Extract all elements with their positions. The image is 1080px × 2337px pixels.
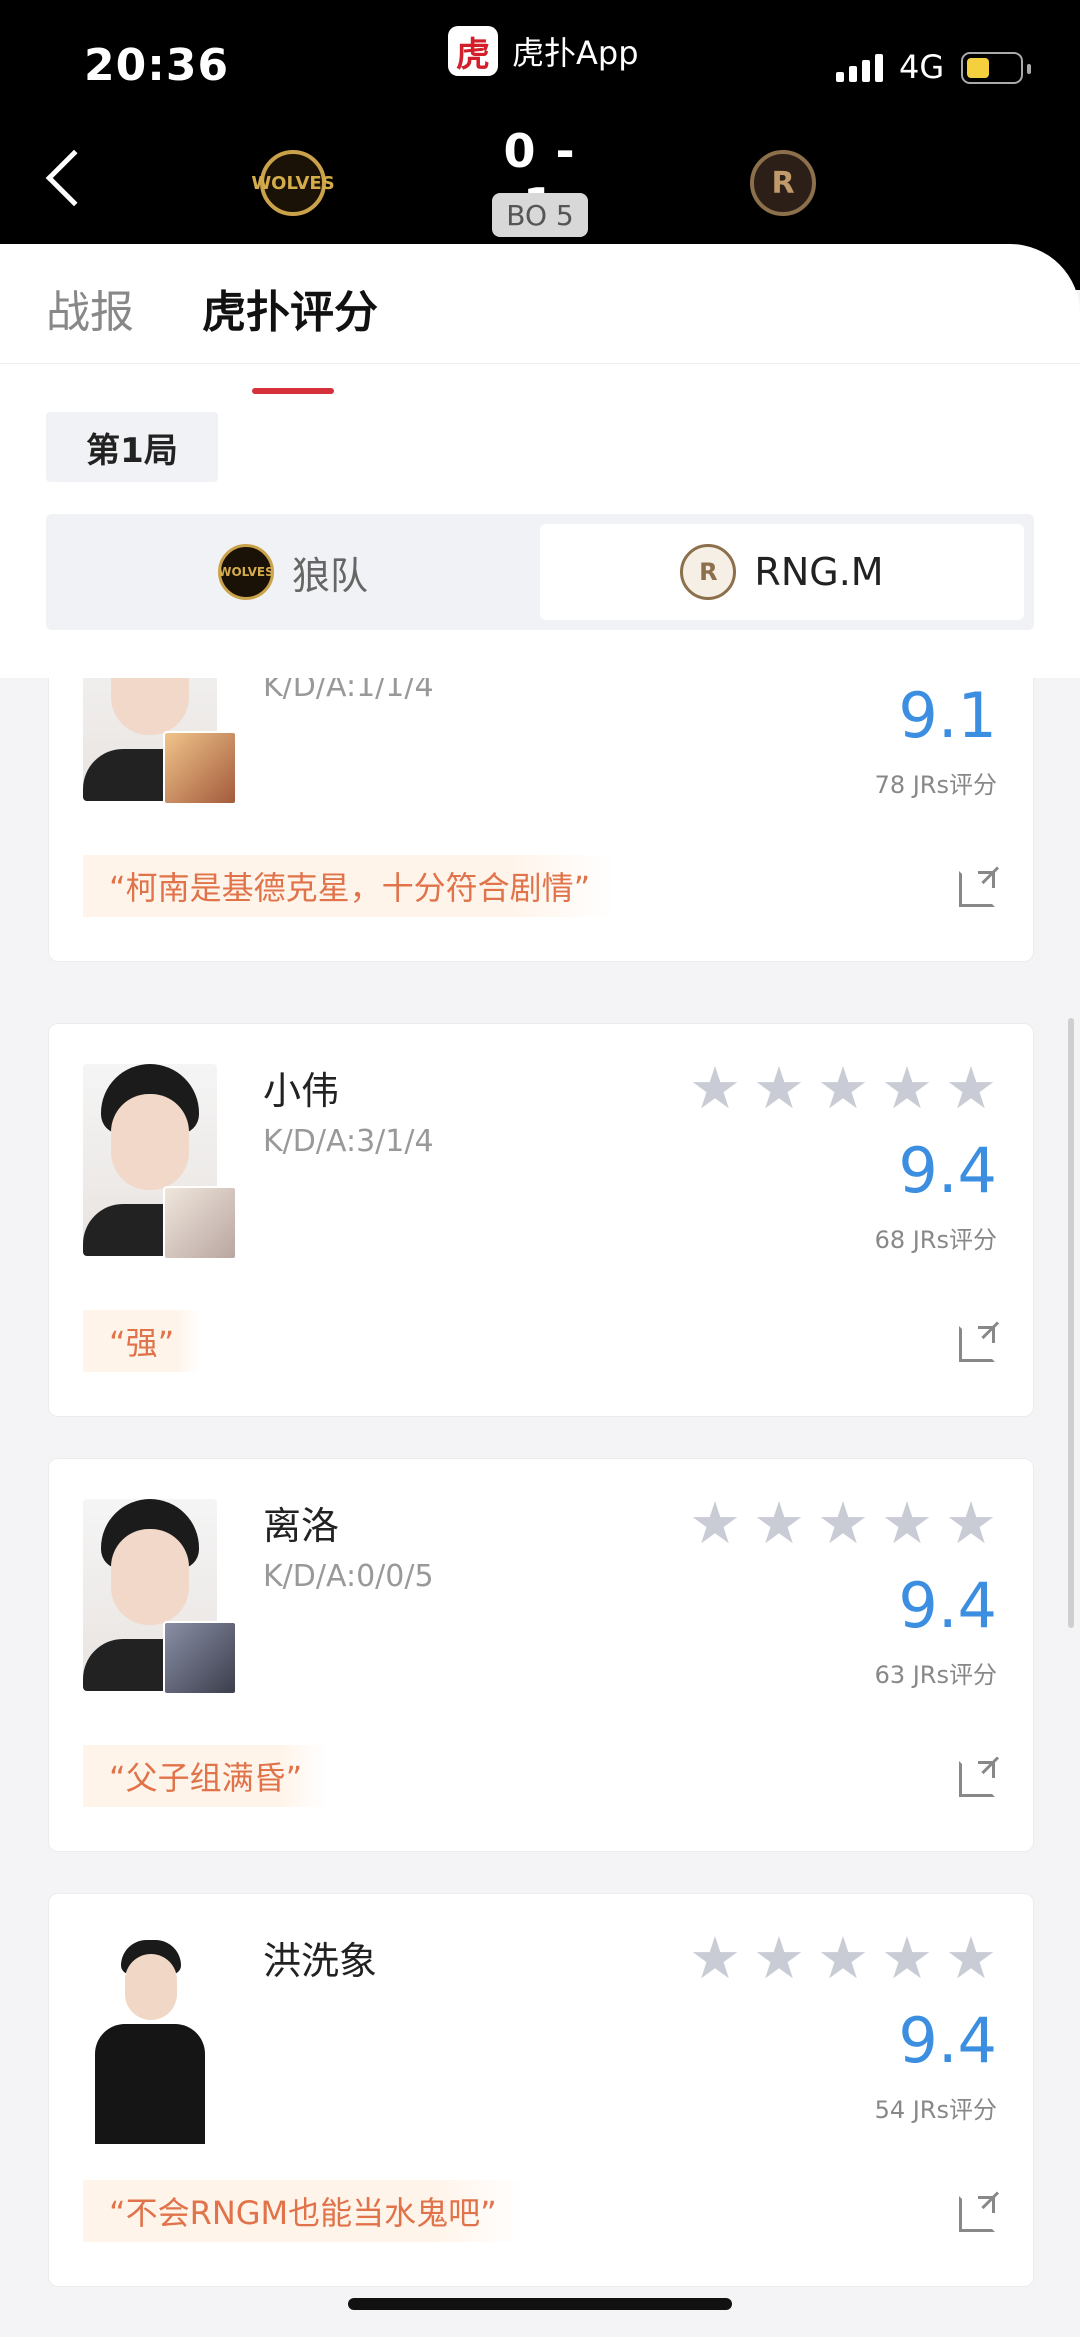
share-icon[interactable] [959, 2196, 995, 2232]
tab-bar: 战报 虎扑评分 [0, 276, 1080, 394]
player-name: 小伟 [263, 1069, 340, 1113]
share-icon[interactable] [959, 871, 995, 907]
network-type: 4G [899, 48, 945, 86]
player-card[interactable]: 离洛 K/D/A:0/0/5 ★ ★ ★ ★ ★ 9.4 63 JRs评分 “父子组满昏… [48, 1458, 1034, 1852]
star-icon[interactable]: ★ [689, 1929, 741, 1987]
hupu-logo-icon: 虎 [448, 26, 498, 76]
hero-avatar [163, 731, 237, 805]
status-bar: 20:36 虎 虎扑App 4G [0, 0, 1080, 130]
app-name: 虎扑App [512, 34, 639, 72]
rating-count: 54 JRs评分 [874, 2096, 997, 2124]
player-kda: K/D/A:0/0/5 [263, 1559, 434, 1594]
star-icon[interactable]: ★ [753, 1929, 805, 1987]
game-selector[interactable]: 第1局 [46, 412, 218, 482]
star-rating-input[interactable]: ★ ★ ★ ★ ★ [689, 1494, 997, 1552]
content-sheet: 战报 虎扑评分 第1局 WOLVES 狼队 R RNG.M [0, 244, 1080, 678]
star-icon[interactable]: ★ [817, 1929, 869, 1987]
star-rating-input[interactable]: ★ ★ ★ ★ ★ [689, 1059, 997, 1117]
wolves-logo-icon: WOLVES [217, 544, 274, 600]
player-kda: K/D/A:3/1/4 [263, 1124, 434, 1159]
star-icon[interactable]: ★ [881, 1059, 933, 1117]
back-arrow-icon[interactable] [45, 149, 103, 207]
coach-avatar [83, 1934, 217, 2144]
player-card[interactable]: 洪洗象 ★ ★ ★ ★ ★ 9.4 54 JRs评分 “不会RNGM也能当水鬼吧” [48, 1893, 1034, 2287]
rating-count: 78 JRs评分 [874, 771, 997, 799]
team-tab-wolves[interactable]: WOLVES 狼队 [46, 524, 540, 620]
star-rating-input[interactable]: ★ ★ ★ ★ ★ [689, 1929, 997, 1987]
star-icon[interactable]: ★ [881, 1494, 933, 1552]
star-icon[interactable]: ★ [817, 1494, 869, 1552]
player-rating-list[interactable]: K/D/A:1/1/4 9.1 78 JRs评分 “柯南是基德克星，十分符合剧情… [0, 678, 1080, 2337]
player-rating: 9.4 [898, 1569, 997, 1642]
signal-icon [836, 54, 883, 82]
battery-icon [961, 52, 1031, 84]
player-name: 洪洗象 [263, 1939, 378, 1983]
team-name-right: RNG.M [754, 550, 884, 594]
share-icon[interactable] [959, 1326, 995, 1362]
scrollbar[interactable] [1068, 1018, 1074, 1628]
match-format-badge: BO 5 [492, 193, 588, 237]
rng-logo-icon: R [680, 544, 737, 600]
hero-avatar [163, 1186, 237, 1260]
status-time: 20:36 [84, 40, 230, 91]
star-icon[interactable]: ★ [881, 1929, 933, 1987]
star-icon[interactable]: ★ [753, 1494, 805, 1552]
player-rating: 9.1 [898, 679, 997, 752]
player-rating: 9.4 [898, 1134, 997, 1207]
share-icon[interactable] [959, 1761, 995, 1797]
app-indicator[interactable]: 虎 虎扑App [448, 26, 639, 76]
player-rating: 9.4 [898, 2004, 997, 2077]
top-comment[interactable]: “父子组满昏” [83, 1745, 329, 1807]
star-icon[interactable]: ★ [945, 1494, 997, 1552]
star-icon[interactable]: ★ [817, 1059, 869, 1117]
team-tab-rngm[interactable]: R RNG.M [540, 524, 1024, 620]
team-left-logo[interactable]: WOLVES [251, 150, 335, 216]
team-name-left: 狼队 [291, 553, 368, 598]
tab-report[interactable]: 战报 [46, 276, 134, 340]
rating-count: 68 JRs评分 [874, 1226, 997, 1254]
home-indicator[interactable] [348, 2298, 732, 2310]
tab-active-indicator [252, 388, 334, 394]
player-kda: K/D/A:1/1/4 [263, 678, 434, 704]
player-name: 离洛 [263, 1504, 340, 1548]
rating-count: 63 JRs评分 [874, 1661, 997, 1689]
star-icon[interactable]: ★ [753, 1059, 805, 1117]
star-icon[interactable]: ★ [945, 1059, 997, 1117]
star-icon[interactable]: ★ [945, 1929, 997, 1987]
top-comment[interactable]: “柯南是基德克星，十分符合剧情” [83, 855, 617, 917]
top-comment[interactable]: “强” [83, 1310, 201, 1372]
star-icon[interactable]: ★ [689, 1494, 741, 1552]
top-comment[interactable]: “不会RNGM也能当水鬼吧” [83, 2180, 523, 2242]
player-card[interactable]: K/D/A:1/1/4 9.1 78 JRs评分 “柯南是基德克星，十分符合剧情… [48, 678, 1034, 962]
star-icon[interactable]: ★ [689, 1059, 741, 1117]
team-switcher: WOLVES 狼队 R RNG.M [46, 514, 1034, 630]
team-right-logo[interactable]: R [750, 150, 816, 216]
hero-avatar [163, 1621, 237, 1695]
player-card[interactable]: 小伟 K/D/A:3/1/4 ★ ★ ★ ★ ★ 9.4 68 JRs评分 “强” [48, 1023, 1034, 1417]
tab-hupu-rating[interactable]: 虎扑评分 [202, 276, 378, 340]
